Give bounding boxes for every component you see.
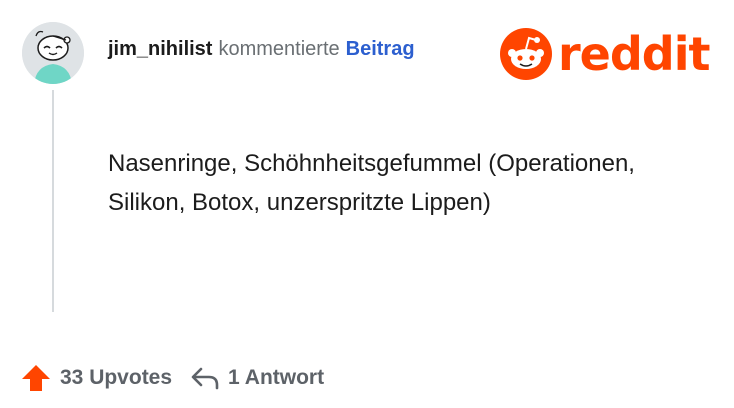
avatar[interactable] — [22, 22, 84, 84]
username-link[interactable]: jim_nihilist — [108, 38, 212, 61]
reply-button[interactable]: 1 Antwort — [190, 365, 324, 391]
post-link[interactable]: Beitrag — [346, 38, 415, 61]
reddit-wordmark: reddit — [558, 27, 710, 81]
reddit-snoo-icon — [500, 28, 552, 80]
comment-header: jim_nihilist kommentierte Beitrag — [108, 38, 415, 66]
snoo-avatar-icon — [22, 22, 84, 84]
upvote-count: 33 Upvotes — [60, 366, 173, 389]
arrow-up-icon — [22, 365, 50, 391]
reply-arrow-icon — [191, 367, 219, 390]
upvote-button[interactable]: 33 Upvotes — [20, 362, 172, 394]
thread-line — [52, 90, 54, 312]
comment-footer: 33 Upvotes 1 Antwort — [20, 360, 324, 396]
reply-count: 1 Antwort — [228, 366, 325, 389]
reddit-logo: reddit — [500, 28, 710, 80]
comment-text: Nasenringe, Schöhnheitsgefummel (Operati… — [108, 150, 635, 216]
action-text: kommentierte — [218, 38, 340, 60]
